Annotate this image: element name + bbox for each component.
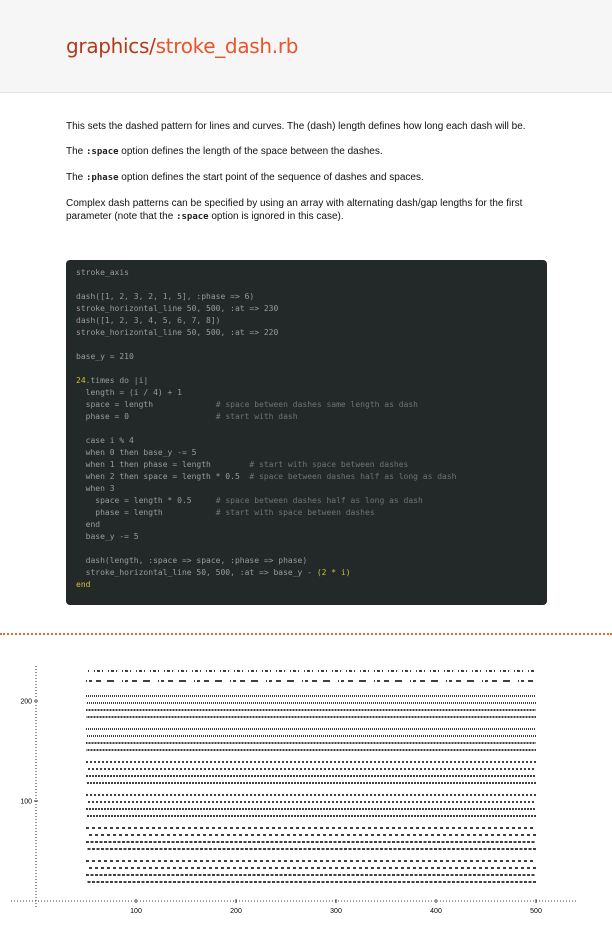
x-tick-label: 200 (230, 908, 242, 915)
page-title: graphics/stroke_dash.rb (66, 34, 298, 58)
description-paragraph-4: Complex dash patterns can be specified b… (66, 198, 523, 222)
description: This sets the dashed pattern for lines a… (66, 120, 550, 236)
section-divider (0, 633, 612, 635)
x-tick-label: 500 (530, 908, 542, 915)
inline-code-space: :space (86, 147, 119, 157)
title-filename[interactable]: stroke_dash.rb (156, 34, 299, 58)
description-paragraph-3: The :phase option defines the start poin… (66, 172, 424, 183)
dash-output-chart: 100 200 300 400 500 100 200 (11, 664, 576, 915)
description-paragraph-1: This sets the dashed pattern for lines a… (66, 121, 526, 132)
x-tick-label: 100 (130, 908, 142, 915)
x-tick-label: 300 (330, 908, 342, 915)
y-tick-label: 100 (20, 799, 32, 806)
inline-code-space: :space (176, 212, 209, 222)
page-header: graphics/stroke_dash.rb (0, 0, 612, 93)
code-block: stroke_axis dash([1, 2, 3, 2, 1, 5], :ph… (66, 260, 547, 605)
y-tick-label: 200 (20, 699, 32, 706)
description-paragraph-2: The :space option defines the length of … (66, 146, 383, 157)
inline-code-phase: :phase (86, 173, 119, 183)
x-tick-label: 400 (430, 908, 442, 915)
title-directory[interactable]: graphics/ (66, 34, 156, 58)
